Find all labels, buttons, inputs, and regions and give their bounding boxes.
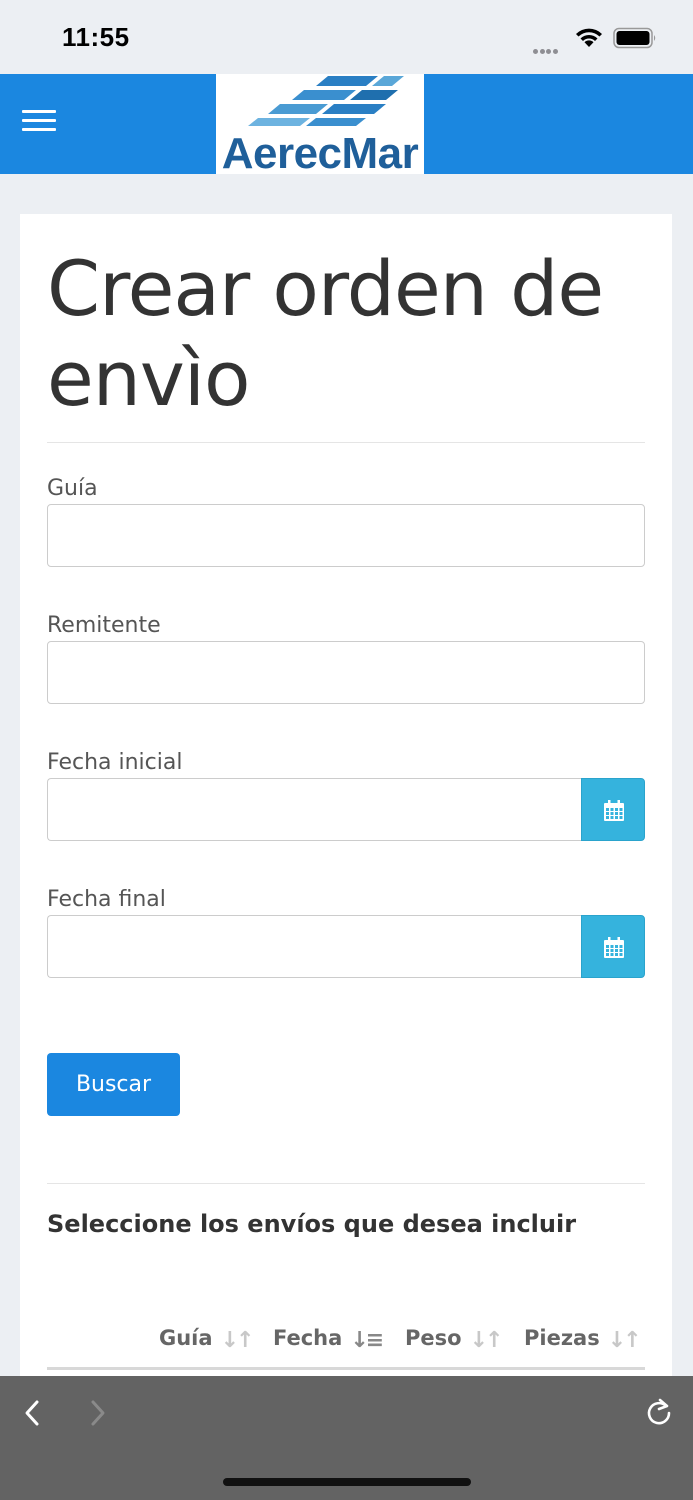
home-indicator: [223, 1478, 471, 1486]
reload-icon[interactable]: [644, 1396, 674, 1428]
divider: [47, 1183, 645, 1184]
sort-icon: ↓↑: [469, 1328, 504, 1353]
logo: AerecMar: [216, 74, 424, 174]
hamburger-menu-button[interactable]: [22, 110, 62, 140]
column-header-fecha[interactable]: Fecha ↓≡: [273, 1326, 384, 1353]
wifi-icon: [576, 28, 602, 47]
chevron-left-icon[interactable]: [20, 1398, 44, 1428]
guia-input[interactable]: [47, 504, 645, 567]
sort-icon: ↓↑: [607, 1328, 642, 1353]
chevron-right-icon[interactable]: [86, 1398, 110, 1428]
column-header-peso[interactable]: Peso ↓↑: [405, 1326, 504, 1353]
search-button[interactable]: Buscar: [47, 1053, 180, 1116]
fecha-final-calendar-button[interactable]: [581, 915, 645, 978]
calendar-icon: [604, 937, 624, 958]
signal-icon: [533, 41, 559, 59]
shipments-heading: Seleccione los envíos que desea incluir: [47, 1210, 577, 1238]
divider: [47, 442, 645, 443]
guia-label: Guía: [47, 476, 98, 501]
browser-toolbar: [0, 1376, 693, 1500]
sort-descending-icon: ↓≡: [350, 1328, 384, 1353]
calendar-icon: [604, 800, 624, 821]
fecha-inicial-calendar-button[interactable]: [581, 778, 645, 841]
hamburger-icon: [22, 110, 56, 113]
fecha-inicial-label: Fecha inicial: [47, 750, 183, 775]
sort-icon: ↓↑: [220, 1328, 255, 1353]
column-header-guia[interactable]: Guía ↓↑: [159, 1326, 255, 1353]
logo-text: AerecMar: [221, 129, 419, 175]
status-time: 11:55: [62, 22, 130, 52]
fecha-final-input[interactable]: [47, 915, 581, 978]
status-bar: 11:55: [0, 0, 693, 74]
remitente-input[interactable]: [47, 641, 645, 704]
fecha-inicial-input[interactable]: [47, 778, 581, 841]
fecha-final-label: Fecha final: [47, 887, 166, 912]
app-header: AerecMar: [0, 74, 693, 174]
column-header-piezas[interactable]: Piezas ↓↑: [524, 1326, 642, 1353]
shipments-table-header: Guía ↓↑ Fecha ↓≡ Peso ↓↑ Piezas ↓↑: [47, 1314, 645, 1370]
order-form-card: Crear orden de envìo Guía Remitente Fech…: [20, 214, 672, 1384]
battery-icon: [613, 27, 656, 49]
page-title: Crear orden de envìo: [47, 244, 604, 423]
remitente-label: Remitente: [47, 613, 161, 638]
